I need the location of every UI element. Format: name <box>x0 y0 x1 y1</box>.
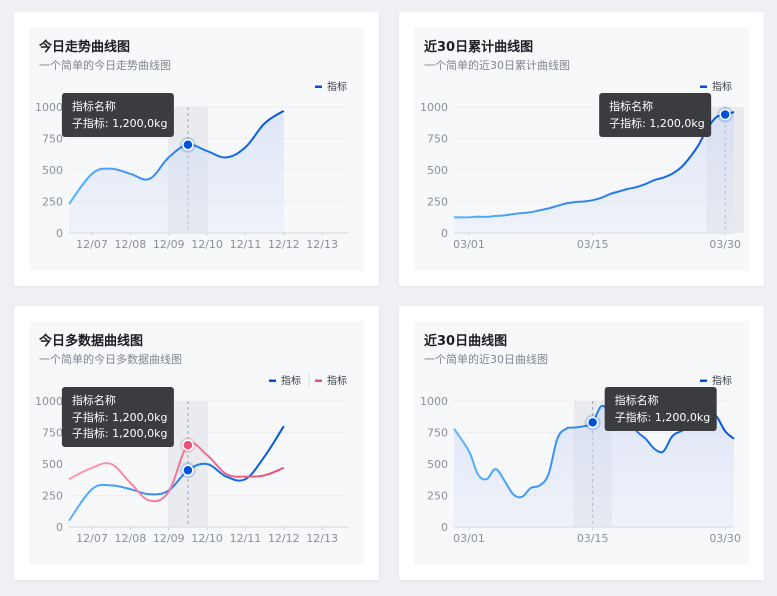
x-tick-label: 12/12 <box>268 238 300 251</box>
y-tick-label: 0 <box>56 227 63 240</box>
x-tick-label: 12/07 <box>76 238 108 251</box>
hover-marker[interactable] <box>719 108 731 121</box>
legend-swatch <box>700 85 707 88</box>
legend-swatch <box>269 379 276 382</box>
chart-panel: 近30日曲线图 一个简单的近30日曲线图 0 250 500 750 1000 03/01… <box>414 321 749 565</box>
y-tick-label: 250 <box>427 490 448 503</box>
tooltip-title: 指标名称 <box>609 99 653 113</box>
chart-panel: 今日走势曲线图 一个简单的今日走势曲线图 0 250 500 750 1000 12/07… <box>29 27 364 271</box>
chart-panel: 今日多数据曲线图 一个简单的今日多数据曲线图 0 250 500 750 1000 12/… <box>29 321 364 565</box>
legend-swatch <box>315 85 322 88</box>
y-tick-label: 1000 <box>420 101 448 114</box>
y-tick-label: 250 <box>42 196 63 209</box>
y-tick-label: 1000 <box>35 395 63 408</box>
tooltip-row: 子指标: 1,200,0kg <box>615 410 711 424</box>
x-tick-label: 03/30 <box>709 238 741 251</box>
x-tick-label: 12/08 <box>115 532 147 545</box>
y-tick-label: 750 <box>427 133 448 146</box>
hover-marker[interactable] <box>586 416 599 429</box>
tooltip-title: 指标名称 <box>72 99 116 113</box>
y-tick-label: 500 <box>427 164 448 177</box>
chart-panel: 近30日累计曲线图 一个简单的近30日累计曲线图 0 250 500 750 1000 0… <box>414 27 749 271</box>
y-tick-label: 1000 <box>35 101 63 114</box>
x-tick-label: 12/10 <box>191 532 223 545</box>
legend-label: 指标 <box>327 374 347 387</box>
x-tick-label: 12/07 <box>76 532 108 545</box>
tooltip-row: 子指标: 1,200,0kg <box>72 426 168 440</box>
x-tick-label: 03/01 <box>453 238 485 251</box>
card-today-trend: 今日走势曲线图 一个简单的今日走势曲线图 0 250 500 750 1000 12/07… <box>14 12 379 286</box>
legend-swatch <box>315 379 322 382</box>
hover-marker[interactable] <box>182 439 194 451</box>
x-tick-label: 03/15 <box>577 532 609 545</box>
x-tick-label: 12/11 <box>230 532 262 545</box>
hover-marker[interactable] <box>182 464 194 477</box>
tooltip-row: 子指标: 1,200,0kg <box>609 116 705 130</box>
tooltip-row: 子指标: 1,200,0kg <box>72 410 168 424</box>
line-chart[interactable]: 0 250 500 750 1000 03/01 03/15 03/30 指标指标名称子指标: … <box>414 27 749 271</box>
y-tick-label: 750 <box>42 427 63 440</box>
y-tick-label: 1000 <box>420 395 448 408</box>
y-tick-label: 750 <box>42 133 63 146</box>
x-tick-label: 12/09 <box>153 238 185 251</box>
y-tick-label: 500 <box>42 164 63 177</box>
x-tick-label: 12/10 <box>191 238 223 251</box>
line-chart[interactable]: 0 250 500 750 1000 03/01 03/15 03/30 指标指标名称子指标: … <box>414 321 749 565</box>
tooltip-title: 指标名称 <box>615 393 659 407</box>
y-tick-label: 0 <box>56 521 63 534</box>
x-tick-label: 12/08 <box>115 238 147 251</box>
x-tick-label: 12/09 <box>153 532 185 545</box>
y-tick-label: 0 <box>441 521 448 534</box>
legend-swatch <box>700 379 707 382</box>
card-today-multi: 今日多数据曲线图 一个简单的今日多数据曲线图 0 250 500 750 1000 12/… <box>14 306 379 580</box>
y-tick-label: 250 <box>427 196 448 209</box>
legend-label: 指标 <box>327 80 347 93</box>
tooltip-row: 子指标: 1,200,0kg <box>72 116 168 130</box>
x-tick-label: 12/13 <box>306 532 338 545</box>
y-tick-label: 500 <box>427 458 448 471</box>
card-30day-cumulative: 近30日累计曲线图 一个简单的近30日累计曲线图 0 250 500 750 1000 0… <box>399 12 764 286</box>
x-tick-label: 03/30 <box>709 532 741 545</box>
legend-label: 指标 <box>281 374 301 387</box>
y-tick-label: 750 <box>427 427 448 440</box>
legend-label: 指标 <box>712 374 732 387</box>
x-tick-label: 12/11 <box>230 238 262 251</box>
y-tick-label: 500 <box>42 458 63 471</box>
x-tick-label: 03/01 <box>453 532 485 545</box>
card-30day: 近30日曲线图 一个简单的近30日曲线图 0 250 500 750 1000 03/01… <box>399 306 764 580</box>
y-tick-label: 0 <box>441 227 448 240</box>
line-chart[interactable]: 0 250 500 750 1000 12/07 12/08 12/09 12/10 12/11 1… <box>29 27 364 271</box>
x-tick-label: 03/15 <box>577 238 609 251</box>
x-tick-label: 12/13 <box>306 238 338 251</box>
legend-label: 指标 <box>712 80 732 93</box>
x-tick-label: 12/12 <box>268 532 300 545</box>
y-tick-label: 250 <box>42 490 63 503</box>
tooltip-title: 指标名称 <box>72 393 116 407</box>
line-chart[interactable]: 0 250 500 750 1000 12/07 12/08 12/09 12/10 12/11 1… <box>29 321 364 565</box>
hover-marker[interactable] <box>182 139 194 151</box>
